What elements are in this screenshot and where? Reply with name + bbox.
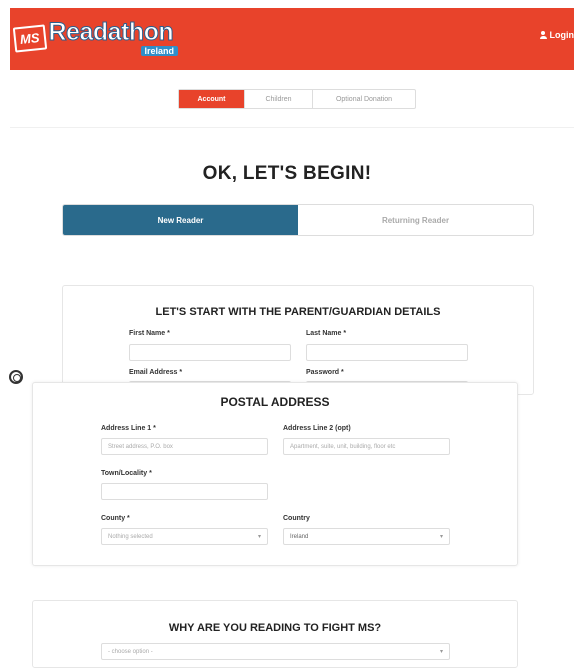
section-divider xyxy=(10,127,574,128)
logo-main-text: Readathon xyxy=(48,18,174,47)
postal-section-title: POSTAL ADDRESS xyxy=(220,395,330,409)
county-select[interactable]: Nothing selected ▾ xyxy=(101,528,268,545)
page-title: OK, LET'S BEGIN! xyxy=(202,163,372,184)
country-label: Country xyxy=(283,515,310,522)
password-label: Password * xyxy=(306,369,344,376)
readathon-logo[interactable]: MS Readathon Ireland xyxy=(12,18,179,58)
chevron-down-icon: ▾ xyxy=(439,534,443,540)
address2-placeholder: Apartment, suite, unit, building, floor … xyxy=(290,443,396,450)
reason-select[interactable]: - choose option - ▾ xyxy=(101,643,450,660)
address1-input[interactable]: Street address, P.O. box xyxy=(101,438,268,455)
login-label: Login xyxy=(549,30,574,40)
reason-select-value: - choose option - xyxy=(108,648,153,655)
last-name-input[interactable] xyxy=(306,344,468,361)
step-tabs: Account Children Optional Donation xyxy=(178,89,416,109)
tab-account[interactable]: Account xyxy=(179,90,245,108)
last-name-label: Last Name * xyxy=(306,330,347,337)
email-label: Email Address * xyxy=(129,369,183,376)
postal-address-card: POSTAL ADDRESS Address Line 1 * Address … xyxy=(32,382,518,566)
tab-optional-donation[interactable]: Optional Donation xyxy=(313,90,415,108)
county-label: County * xyxy=(101,515,130,522)
address1-placeholder: Street address, P.O. box xyxy=(108,443,173,450)
first-name-label: First Name * xyxy=(129,330,170,337)
logo-ms-badge: MS xyxy=(12,24,47,53)
country-select[interactable]: Ireland ▾ xyxy=(283,528,450,545)
tab-children[interactable]: Children xyxy=(245,90,313,108)
logo-sub-text: Ireland xyxy=(140,46,179,56)
address1-label: Address Line 1 * xyxy=(101,425,156,432)
country-select-value: Ireland xyxy=(290,533,309,540)
reason-section-title: WHY ARE YOU READING TO FIGHT MS? xyxy=(168,622,382,634)
parent-section-title: LET'S START WITH THE PARENT/GUARDIAN DET… xyxy=(155,306,441,318)
county-select-value: Nothing selected xyxy=(108,533,153,540)
first-name-input[interactable] xyxy=(129,344,291,361)
town-input[interactable] xyxy=(101,483,268,500)
reader-type-toggle: New Reader Returning Reader xyxy=(62,204,534,236)
reason-card: WHY ARE YOU READING TO FIGHT MS? - choos… xyxy=(32,600,518,668)
returning-reader-button[interactable]: Returning Reader xyxy=(298,205,533,235)
chevron-down-icon: ▾ xyxy=(257,534,261,540)
radio-target-icon xyxy=(9,370,23,384)
chevron-down-icon: ▾ xyxy=(439,649,443,655)
logo-wordmark: Readathon Ireland xyxy=(48,18,179,56)
login-link[interactable]: Login xyxy=(539,30,574,40)
new-reader-button[interactable]: New Reader xyxy=(63,205,298,235)
site-header: MS Readathon Ireland Login xyxy=(10,8,574,70)
town-label: Town/Locality * xyxy=(101,470,152,477)
parent-details-card: LET'S START WITH THE PARENT/GUARDIAN DET… xyxy=(62,285,534,398)
address2-label: Address Line 2 (opt) xyxy=(283,425,351,432)
address2-input[interactable]: Apartment, suite, unit, building, floor … xyxy=(283,438,450,455)
user-icon xyxy=(539,31,547,39)
